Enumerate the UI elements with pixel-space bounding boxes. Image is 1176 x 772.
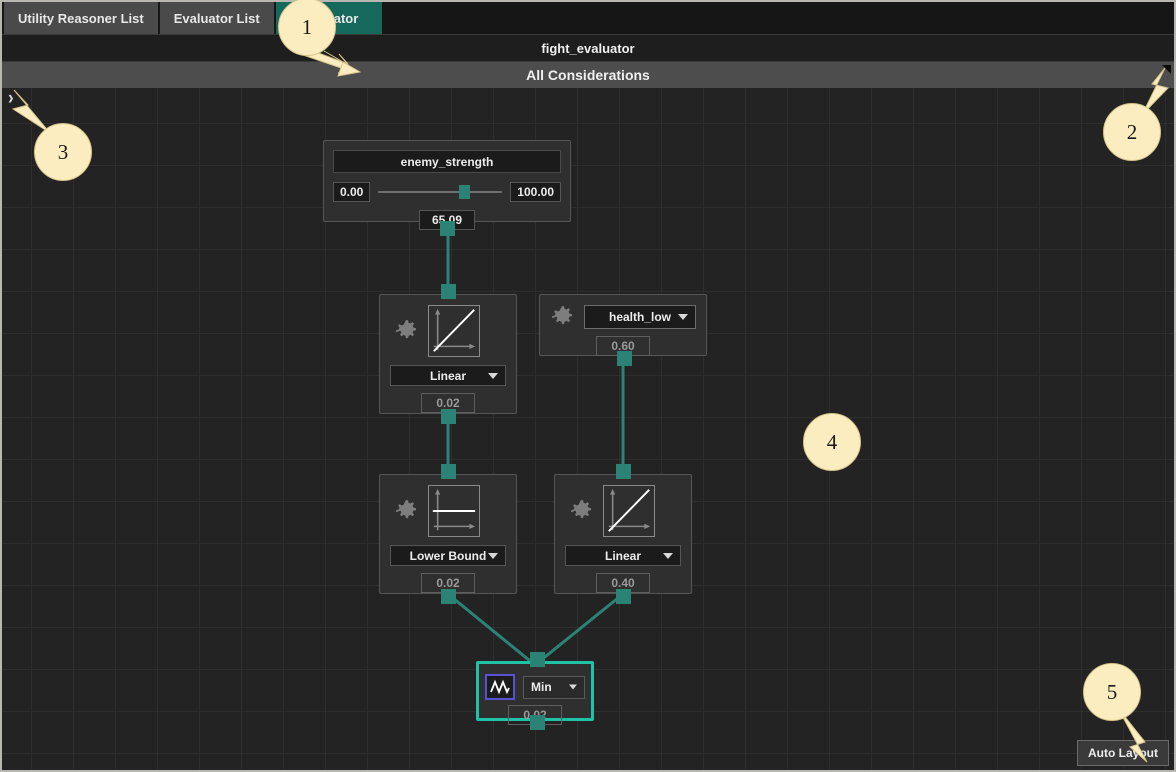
- annotation-marker-5: 5: [1083, 663, 1141, 721]
- annotation-marker-3: 3: [34, 123, 92, 181]
- evaluator-editor-window: Utility Reasoner List Evaluator List Eva…: [0, 0, 1176, 772]
- annotation-marker-2: 2: [1103, 103, 1161, 161]
- annotation-marker-4: 4: [803, 413, 861, 471]
- annotation-arrows: [11, 47, 1169, 763]
- annotation-marker-1: 1: [278, 0, 336, 56]
